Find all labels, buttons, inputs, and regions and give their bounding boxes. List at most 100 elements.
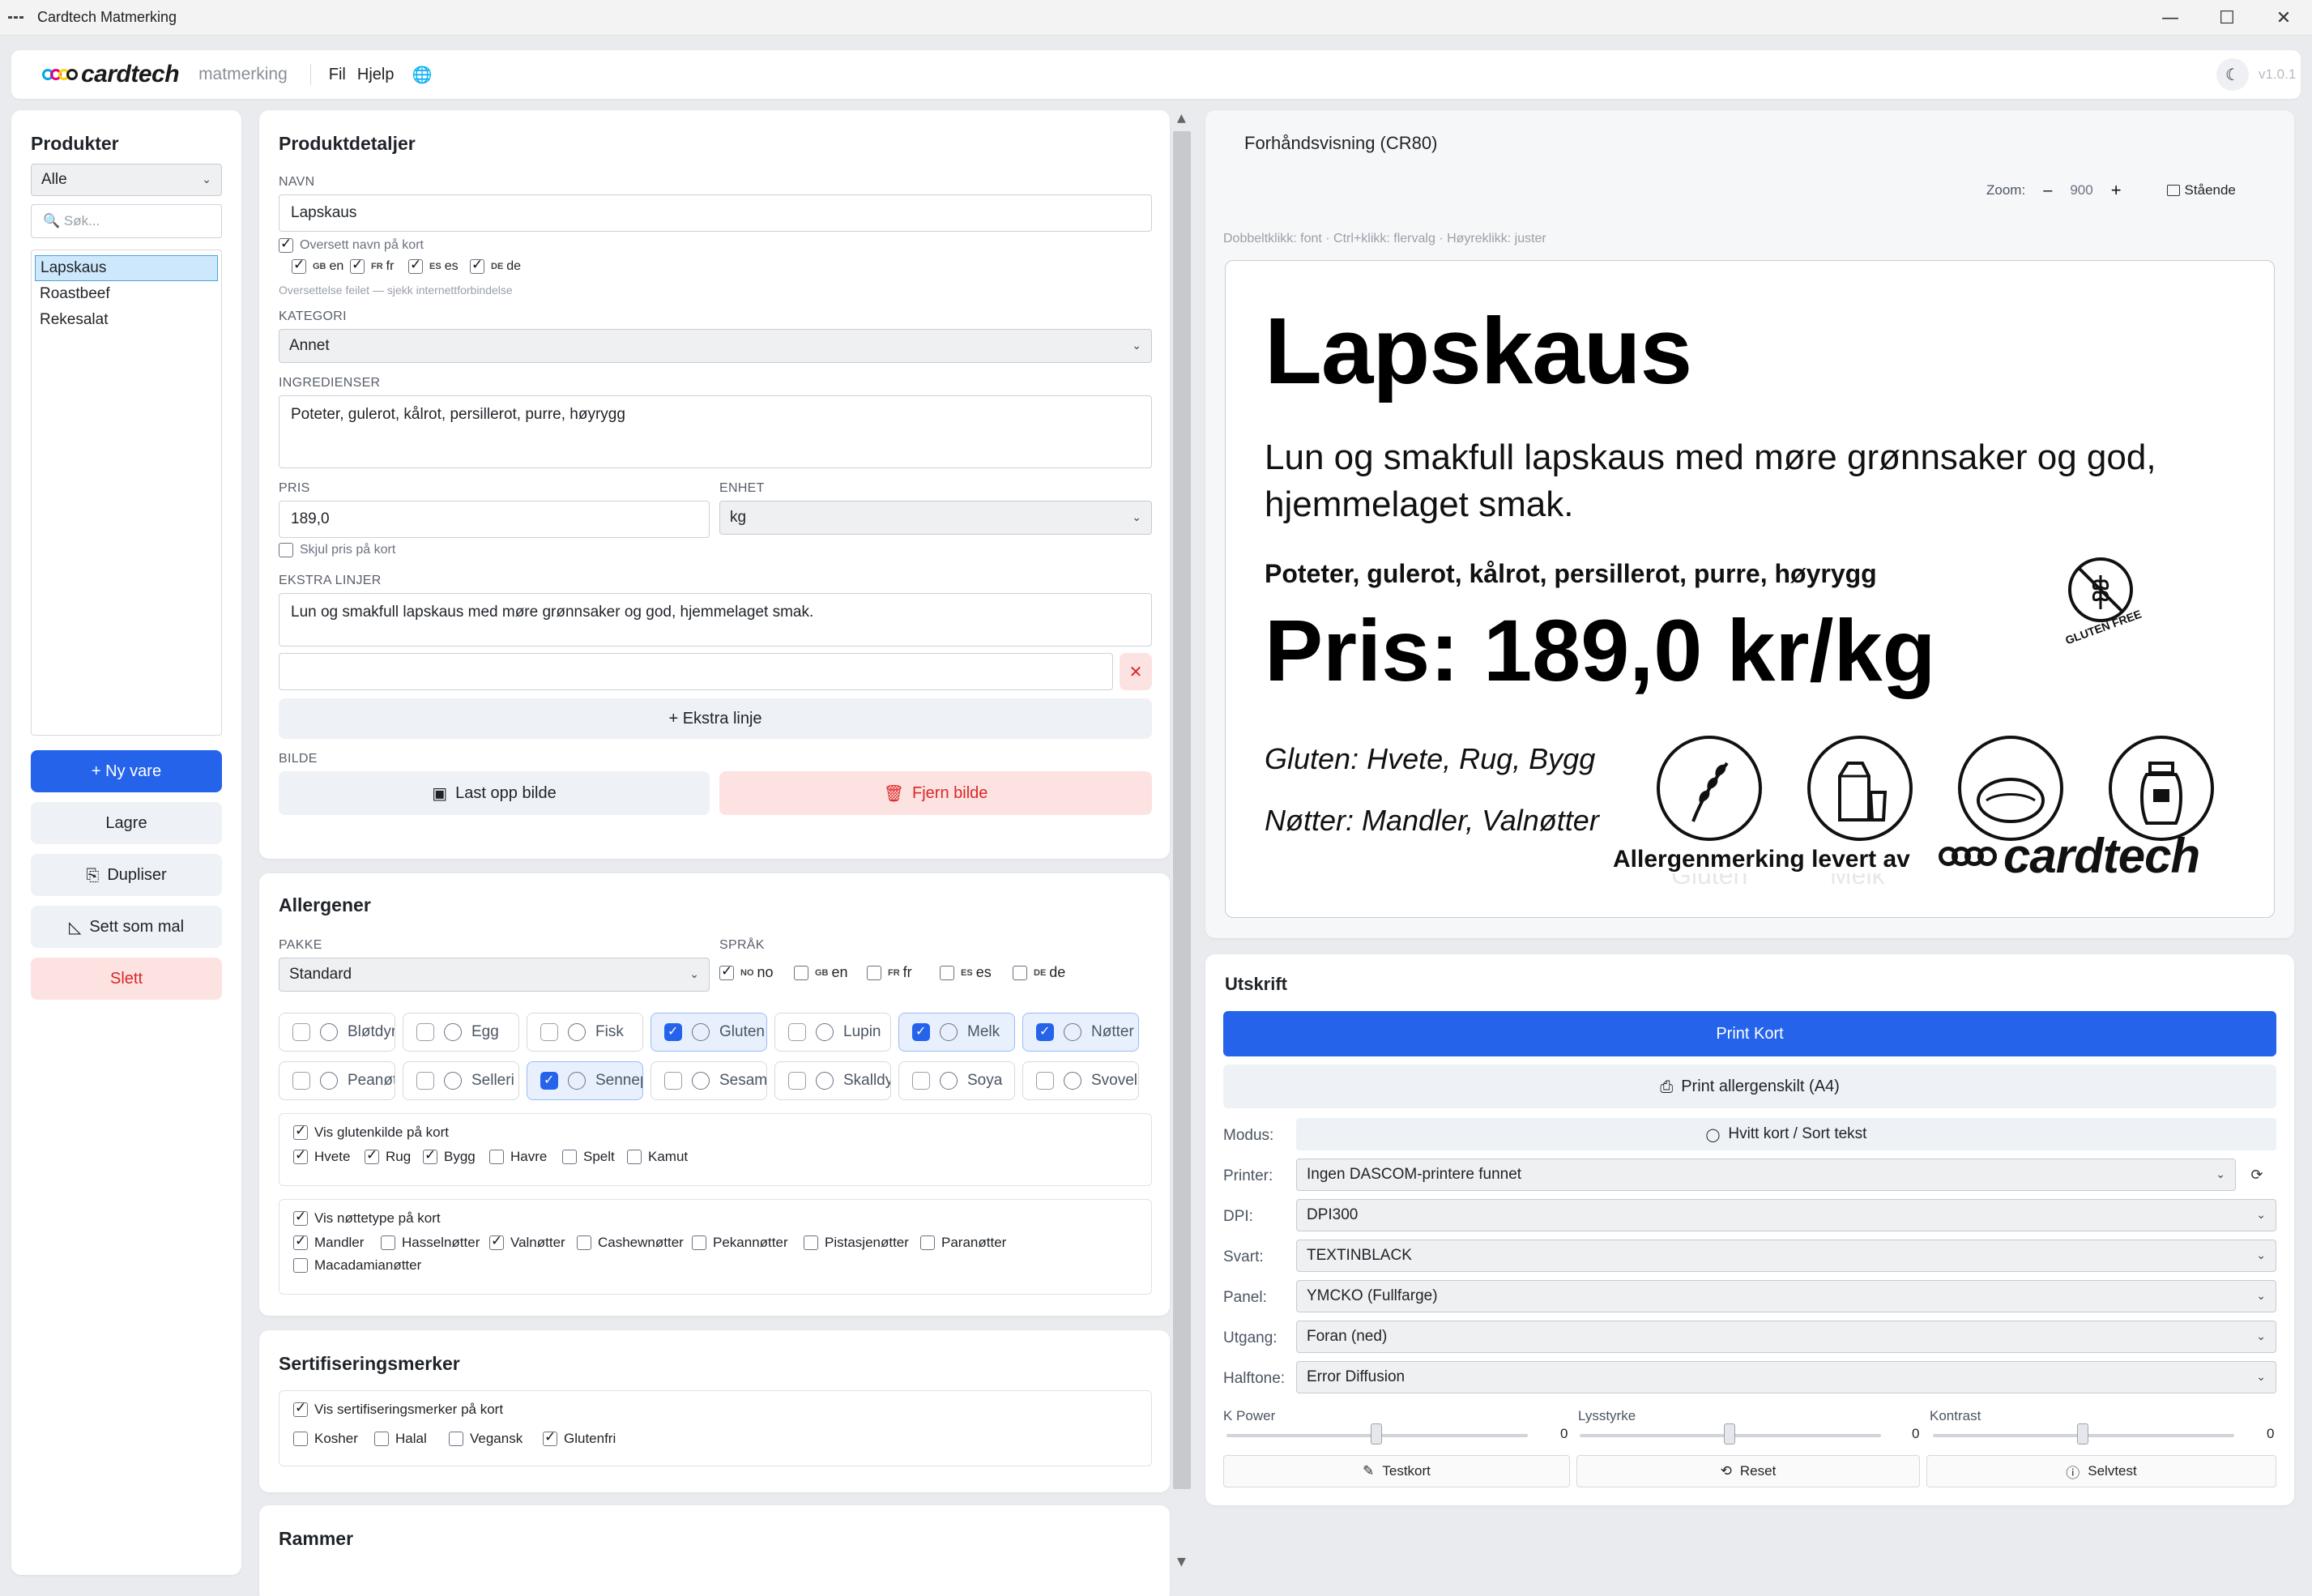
duplicate-button[interactable]: ⎘ Dupliser <box>31 854 222 896</box>
nut-type-checkbox[interactable]: Cashewnøtter <box>577 1235 684 1251</box>
show-certs-box[interactable] <box>293 1400 308 1417</box>
gluten-source-box[interactable] <box>562 1150 577 1164</box>
zoom-out-button[interactable]: – <box>2043 181 2052 200</box>
card-ingredients[interactable]: Poteter, gulerot, kålrot, persillerot, p… <box>1265 559 1877 589</box>
allergen-lang-box[interactable] <box>940 965 954 980</box>
product-item-lapskaus[interactable]: Lapskaus <box>35 255 218 281</box>
maximize-icon[interactable]: ☐ <box>2199 0 2255 36</box>
translate-lang-fr[interactable]: FRfr <box>350 257 394 274</box>
nut-type-checkbox[interactable]: Paranøtter <box>920 1235 1006 1251</box>
cert-box-check[interactable] <box>449 1432 463 1446</box>
nut-type-checkbox[interactable]: Mandler <box>293 1233 364 1251</box>
allergen-lang-no[interactable]: NOno <box>719 963 774 981</box>
mustard-allergen-icon[interactable] <box>2109 736 2214 841</box>
product-item-rekesalat[interactable]: Rekesalat <box>35 307 218 333</box>
allergen-checkbox[interactable] <box>788 1072 806 1090</box>
gluten-source-box[interactable] <box>423 1147 437 1164</box>
gluten-source-box[interactable] <box>627 1150 642 1164</box>
allergen-chip[interactable]: Sennep <box>527 1061 643 1100</box>
gluten-source-checkbox[interactable]: Hvete <box>293 1147 350 1165</box>
card-nut-types[interactable]: Nøtter: Mandler, Valnøtter <box>1265 804 1637 838</box>
upload-image-button[interactable]: ▣ Last opp bilde <box>279 771 710 815</box>
nut-type-box[interactable] <box>381 1235 395 1250</box>
print-allergen-a4-button[interactable]: ⎙ Print allergenskilt (A4) <box>1223 1065 2276 1108</box>
scroll-down-icon[interactable]: ▼ <box>1177 1555 1186 1568</box>
gluten-source-box[interactable] <box>489 1150 504 1164</box>
cert-box-check[interactable] <box>374 1432 389 1446</box>
show-gluten-checkbox[interactable]: Vis glutenkilde på kort <box>293 1123 449 1141</box>
allergen-checkbox[interactable] <box>788 1023 806 1041</box>
nut-type-checkbox[interactable]: Pistasjenøtter <box>804 1235 909 1251</box>
allergen-chip[interactable]: Melk <box>898 1013 1015 1052</box>
nut-macadamia-checkbox[interactable]: Macadamianøtter <box>293 1257 421 1274</box>
allergen-lang-box[interactable] <box>867 965 881 980</box>
cert-checkbox[interactable]: Vegansk <box>449 1431 523 1447</box>
nut-type-box[interactable] <box>293 1233 308 1250</box>
translate-lang-box[interactable] <box>408 257 423 274</box>
cert-checkbox[interactable]: Glutenfri <box>543 1429 616 1447</box>
gluten-allergen-icon[interactable] <box>1657 736 1762 841</box>
gluten-source-checkbox[interactable]: Rug <box>365 1147 411 1165</box>
gluten-source-checkbox[interactable]: Kamut <box>627 1149 688 1165</box>
allergen-checkbox[interactable] <box>292 1072 310 1090</box>
allergen-chip[interactable]: Nøtter <box>1022 1013 1139 1052</box>
scroll-up-icon[interactable]: ▲ <box>1177 112 1186 125</box>
panel-select[interactable]: YMCKO (Fullfarge) ⌄ <box>1296 1280 2276 1312</box>
allergen-checkbox[interactable] <box>664 1023 682 1041</box>
allergen-checkbox[interactable] <box>416 1023 434 1041</box>
allergen-checkbox[interactable] <box>1036 1023 1054 1041</box>
output-select[interactable]: Foran (ned) ⌄ <box>1296 1321 2276 1353</box>
name-input[interactable]: Lapskaus <box>279 194 1152 232</box>
card-price[interactable]: Pris: 189,0 kr/kg <box>1265 600 1936 701</box>
unit-select[interactable]: kg ⌄ <box>719 501 1152 535</box>
card-allergy-credit[interactable]: Allergenmerking levert av <box>1613 846 1915 873</box>
menu-fil[interactable]: Fil <box>329 66 346 84</box>
nut-type-box[interactable] <box>920 1235 935 1250</box>
product-item-roastbeef[interactable]: Roastbeef <box>35 281 218 307</box>
nut-type-checkbox[interactable]: Hasselnøtter <box>381 1235 480 1251</box>
package-select[interactable]: Standard ⌄ <box>279 958 710 992</box>
card-description[interactable]: Lun og smakfull lapskaus med møre grønns… <box>1265 434 2237 528</box>
gluten-source-checkbox[interactable]: Bygg <box>423 1147 476 1165</box>
card-title[interactable]: Lapskaus <box>1265 297 1692 405</box>
product-filter-select[interactable]: Alle ⌄ <box>31 164 222 196</box>
card-preview[interactable]: Lapskaus Lun og smakfull lapskaus med mø… <box>1225 260 2275 918</box>
nut-type-box[interactable] <box>692 1235 706 1250</box>
extra-line-input-empty[interactable] <box>279 653 1113 690</box>
mode-toggle-button[interactable]: ◯ Hvitt kort / Sort tekst <box>1296 1118 2276 1150</box>
theme-toggle-icon[interactable]: ☾ <box>2216 58 2249 91</box>
show-nut-box[interactable] <box>293 1209 308 1226</box>
card-gluten-sources[interactable]: Gluten: Hvete, Rug, Bygg <box>1265 742 1595 776</box>
black-select[interactable]: TEXTINBLACK ⌄ <box>1296 1240 2276 1272</box>
allergen-chip[interactable]: Svovel <box>1022 1061 1139 1100</box>
allergen-lang-box[interactable] <box>719 963 734 980</box>
reset-button[interactable]: ⟲ Reset <box>1576 1455 1920 1487</box>
remove-line-icon[interactable]: ✕ <box>1120 653 1152 690</box>
kpower-slider-thumb[interactable] <box>1371 1423 1382 1445</box>
zoom-value[interactable]: 900 <box>2070 182 2092 198</box>
allergen-lang-de[interactable]: DE de <box>1013 964 1065 981</box>
minimize-icon[interactable]: — <box>2142 0 2199 36</box>
gluten-source-checkbox[interactable]: Spelt <box>562 1149 615 1165</box>
translate-name-checkbox[interactable]: Oversett navn på kort <box>279 236 424 253</box>
allergen-checkbox[interactable] <box>912 1072 930 1090</box>
allergen-lang-box[interactable] <box>794 965 808 980</box>
nut-type-checkbox[interactable]: Valnøtter <box>489 1233 565 1251</box>
category-select[interactable]: Annet ⌄ <box>279 329 1152 363</box>
orientation-button[interactable]: Stående <box>2166 182 2236 198</box>
allergen-checkbox[interactable] <box>540 1023 558 1041</box>
allergen-chip[interactable]: Peanøtter <box>279 1061 395 1100</box>
nuts-allergen-icon[interactable] <box>1958 736 2063 841</box>
translate-lang-box[interactable] <box>350 257 365 274</box>
cert-box-check[interactable] <box>293 1432 308 1446</box>
hide-price-checkbox[interactable]: Skjul pris på kort <box>279 543 395 557</box>
allergen-lang-es[interactable]: ES es <box>940 964 992 981</box>
ingredients-textarea[interactable]: Poteter, gulerot, kålrot, persillerot, p… <box>279 395 1152 468</box>
allergen-checkbox[interactable] <box>912 1023 930 1041</box>
printer-select[interactable]: Ingen DASCOM-printere funnet ⌄ <box>1296 1159 2236 1191</box>
allergen-checkbox[interactable] <box>664 1072 682 1090</box>
gluten-free-badge[interactable]: GLUTEN FREE <box>2058 551 2146 647</box>
gluten-source-box[interactable] <box>365 1147 379 1164</box>
translate-checkbox-box[interactable] <box>279 236 293 253</box>
selftest-button[interactable]: ⓘ Selvtest <box>1926 1455 2276 1487</box>
